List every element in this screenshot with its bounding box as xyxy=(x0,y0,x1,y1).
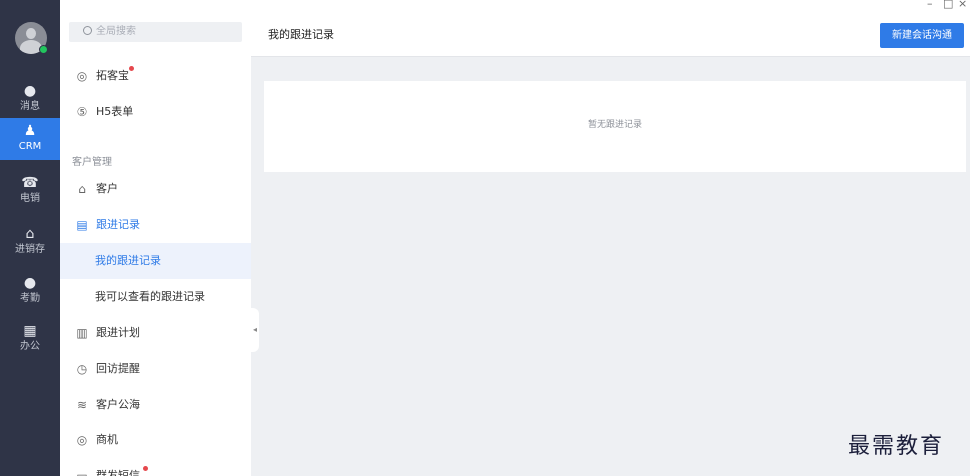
collapse-menu-handle[interactable]: ◂ xyxy=(251,308,259,352)
rail-item-label: 进销存 xyxy=(15,244,45,255)
menu-item-label: H5表单 xyxy=(96,105,134,118)
watermark: 最需教育 xyxy=(848,434,945,459)
menu-item-label: 拓客宝 xyxy=(96,69,129,82)
page-header: 我的跟进记录 新建会话沟通 xyxy=(251,12,970,57)
rail-item-label: 办公 xyxy=(20,341,40,352)
avatar-head-shape xyxy=(26,28,36,39)
menu-item-my-follow-up-records[interactable]: 我的跟进记录 xyxy=(60,243,251,279)
section-label-customer-management: 客户管理 xyxy=(72,157,112,168)
opportunity-icon: ◎ xyxy=(76,433,88,447)
menu-item-label: 群发短信 xyxy=(96,469,140,476)
h5-form-icon: ⑤ xyxy=(76,105,88,119)
close-icon[interactable]: × xyxy=(958,0,967,10)
chat-bubble-icon: ● xyxy=(23,83,37,99)
radar-icon: ◎ xyxy=(76,69,88,83)
home-icon: ⌂ xyxy=(25,226,35,242)
waves-icon: ≋ xyxy=(76,398,88,412)
global-search-input[interactable]: 全局搜索 xyxy=(69,22,242,42)
grid-apps-icon: ▦ xyxy=(23,323,37,339)
maximize-icon[interactable]: □ xyxy=(943,0,953,10)
rail-item-crm[interactable]: ♟ CRM xyxy=(0,118,60,160)
menu-item-label: 客户 xyxy=(96,182,118,195)
location-pin-icon: ● xyxy=(23,275,37,291)
message-icon: ▭ xyxy=(76,469,88,476)
notification-dot xyxy=(129,66,134,71)
records-panel: 暂无跟进记录 xyxy=(264,81,966,172)
menu-item-tuokebao[interactable]: ◎ 拓客宝 xyxy=(60,58,251,94)
search-placeholder: 全局搜索 xyxy=(96,26,136,37)
menu-item-label: 我可以查看的跟进记录 xyxy=(95,290,205,303)
online-status-dot xyxy=(39,45,48,54)
menu-item-bulk-sms[interactable]: ▭ 群发短信 xyxy=(60,458,251,476)
rail-item-telesales[interactable]: ☎ 电销 xyxy=(0,170,60,210)
window-titlebar: – □ × xyxy=(251,0,970,12)
new-conversation-button[interactable]: 新建会话沟通 xyxy=(880,23,964,48)
phone-icon: ☎ xyxy=(21,175,39,191)
menu-item-follow-up-plan[interactable]: ▥ 跟进计划 xyxy=(60,315,251,351)
menu-item-customers[interactable]: ⌂ 客户 xyxy=(60,171,251,207)
rail-item-label: 消息 xyxy=(20,101,40,112)
rail-item-messages[interactable]: ● 消息 xyxy=(0,78,60,118)
rail-item-label: CRM xyxy=(18,141,42,152)
menu-item-follow-up-records[interactable]: ▤ 跟进记录 xyxy=(60,207,251,243)
person-icon: ♟ xyxy=(23,123,37,139)
side-menu: 全局搜索 ◎ 拓客宝 ⑤ H5表单 客户管理 ⌂ 客户 ▤ 跟进记录 我的跟进记… xyxy=(60,0,251,476)
menu-item-label: 客户公海 xyxy=(96,398,140,411)
rail-item-label: 电销 xyxy=(20,193,40,204)
menu-item-label: 我的跟进记录 xyxy=(95,254,161,267)
menu-item-revisit-reminder[interactable]: ◷ 回访提醒 xyxy=(60,351,251,387)
building-icon: ⌂ xyxy=(78,182,86,196)
app-rail: ● 消息 ♟ CRM ☎ 电销 ⌂ 进销存 ● 考勤 ▦ 办公 xyxy=(0,0,60,476)
menu-item-label: 跟进记录 xyxy=(96,218,140,231)
rail-item-inventory[interactable]: ⌂ 进销存 xyxy=(0,221,60,261)
menu-item-customer-pool[interactable]: ≋ 客户公海 xyxy=(60,387,251,423)
empty-state-text: 暂无跟进记录 xyxy=(587,120,642,130)
notification-dot xyxy=(143,466,148,471)
menu-item-label: 跟进计划 xyxy=(96,326,140,339)
page-title: 我的跟进记录 xyxy=(268,28,334,41)
calendar-icon: ▤ xyxy=(76,218,88,232)
alarm-clock-icon: ◷ xyxy=(76,362,88,376)
menu-item-h5-form[interactable]: ⑤ H5表单 xyxy=(60,94,251,130)
minimize-icon[interactable]: – xyxy=(927,0,933,10)
search-icon xyxy=(83,26,92,35)
menu-item-opportunities[interactable]: ◎ 商机 xyxy=(60,422,251,458)
menu-item-label: 回访提醒 xyxy=(96,362,140,375)
rail-item-label: 考勤 xyxy=(20,293,40,304)
menu-item-label: 商机 xyxy=(96,433,118,446)
rail-item-attendance[interactable]: ● 考勤 xyxy=(0,270,60,310)
clipboard-icon: ▥ xyxy=(76,326,88,340)
rail-item-office[interactable]: ▦ 办公 xyxy=(0,318,60,358)
menu-item-viewable-follow-up-records[interactable]: 我可以查看的跟进记录 xyxy=(60,279,251,315)
